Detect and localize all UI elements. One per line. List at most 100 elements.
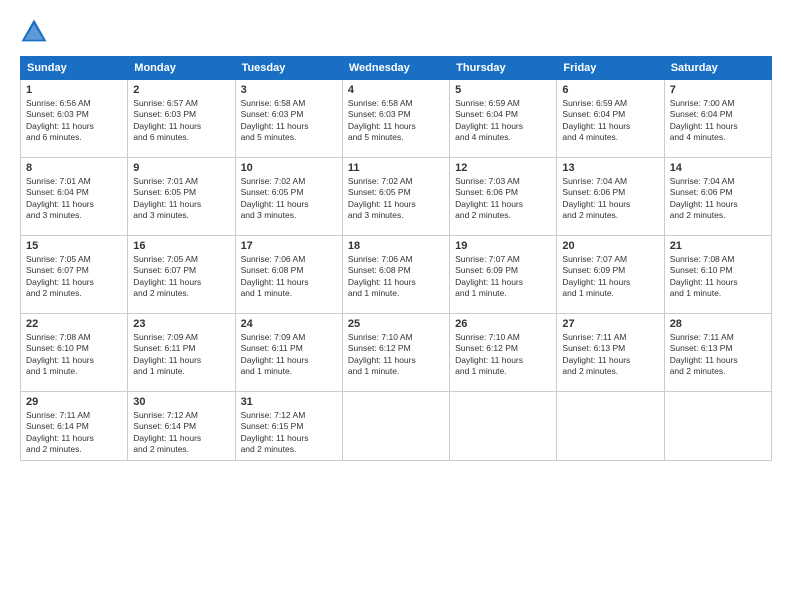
day-info: Sunrise: 7:12 AMSunset: 6:15 PMDaylight:… (241, 410, 337, 456)
weekday-header-wednesday: Wednesday (342, 57, 449, 80)
day-info: Sunrise: 7:11 AMSunset: 6:13 PMDaylight:… (670, 332, 766, 378)
header (20, 18, 772, 46)
day-number: 29 (26, 396, 122, 408)
day-info: Sunrise: 7:09 AMSunset: 6:11 PMDaylight:… (241, 332, 337, 378)
day-info: Sunrise: 6:57 AMSunset: 6:03 PMDaylight:… (133, 98, 229, 144)
calendar-week-1: 1Sunrise: 6:56 AMSunset: 6:03 PMDaylight… (21, 80, 772, 158)
weekday-header-friday: Friday (557, 57, 664, 80)
weekday-header-saturday: Saturday (664, 57, 771, 80)
calendar-cell: 22 Sunrise: 7:08 AMSunset: 6:10 PMDayligh… (21, 314, 128, 392)
day-number: 5 (455, 84, 551, 96)
calendar-cell: 20 Sunrise: 7:07 AMSunset: 6:09 PMDayligh… (557, 236, 664, 314)
day-info: Sunrise: 7:02 AMSunset: 6:05 PMDaylight:… (241, 176, 337, 222)
calendar-cell: 16 Sunrise: 7:05 AMSunset: 6:07 PMDayligh… (128, 236, 235, 314)
calendar-cell: 9 Sunrise: 7:01 AMSunset: 6:05 PMDaylight… (128, 158, 235, 236)
day-info: Sunrise: 7:09 AMSunset: 6:11 PMDaylight:… (133, 332, 229, 378)
calendar-cell: 27 Sunrise: 7:11 AMSunset: 6:13 PMDayligh… (557, 314, 664, 392)
weekday-header-tuesday: Tuesday (235, 57, 342, 80)
calendar-cell: 21 Sunrise: 7:08 AMSunset: 6:10 PMDayligh… (664, 236, 771, 314)
day-info: Sunrise: 6:58 AMSunset: 6:03 PMDaylight:… (241, 98, 337, 144)
day-number: 20 (562, 240, 658, 252)
logo (20, 18, 50, 46)
day-info: Sunrise: 7:01 AMSunset: 6:05 PMDaylight:… (133, 176, 229, 222)
calendar-cell: 10Sunrise: 7:02 AMSunset: 6:05 PMDayligh… (235, 158, 342, 236)
calendar-cell: 12Sunrise: 7:03 AMSunset: 6:06 PMDayligh… (450, 158, 557, 236)
day-number: 28 (670, 318, 766, 330)
calendar-cell (450, 392, 557, 461)
calendar-cell: 11Sunrise: 7:02 AMSunset: 6:05 PMDayligh… (342, 158, 449, 236)
day-number: 26 (455, 318, 551, 330)
day-info: Sunrise: 7:00 AMSunset: 6:04 PMDaylight:… (670, 98, 766, 144)
calendar-header-row: SundayMondayTuesdayWednesdayThursdayFrid… (21, 57, 772, 80)
day-info: Sunrise: 7:10 AMSunset: 6:12 PMDaylight:… (348, 332, 444, 378)
day-number: 15 (26, 240, 122, 252)
day-number: 19 (455, 240, 551, 252)
calendar-cell: 3 Sunrise: 6:58 AMSunset: 6:03 PMDaylight… (235, 80, 342, 158)
calendar-cell: 2 Sunrise: 6:57 AMSunset: 6:03 PMDaylight… (128, 80, 235, 158)
calendar-cell: 5 Sunrise: 6:59 AMSunset: 6:04 PMDaylight… (450, 80, 557, 158)
day-number: 27 (562, 318, 658, 330)
day-info: Sunrise: 7:06 AMSunset: 6:08 PMDaylight:… (241, 254, 337, 300)
day-number: 18 (348, 240, 444, 252)
day-info: Sunrise: 7:05 AMSunset: 6:07 PMDaylight:… (133, 254, 229, 300)
calendar-cell: 17 Sunrise: 7:06 AMSunset: 6:08 PMDayligh… (235, 236, 342, 314)
day-number: 25 (348, 318, 444, 330)
day-number: 21 (670, 240, 766, 252)
day-number: 30 (133, 396, 229, 408)
day-number: 31 (241, 396, 337, 408)
calendar-table: SundayMondayTuesdayWednesdayThursdayFrid… (20, 56, 772, 461)
day-number: 16 (133, 240, 229, 252)
calendar-cell: 7 Sunrise: 7:00 AMSunset: 6:04 PMDaylight… (664, 80, 771, 158)
calendar-cell: 8 Sunrise: 7:01 AMSunset: 6:04 PMDaylight… (21, 158, 128, 236)
day-number: 11 (348, 162, 444, 174)
day-info: Sunrise: 7:11 AMSunset: 6:14 PMDaylight:… (26, 410, 122, 456)
calendar-page: SundayMondayTuesdayWednesdayThursdayFrid… (0, 0, 792, 612)
calendar-cell (664, 392, 771, 461)
calendar-cell: 26Sunrise: 7:10 AMSunset: 6:12 PMDayligh… (450, 314, 557, 392)
day-info: Sunrise: 7:08 AMSunset: 6:10 PMDaylight:… (670, 254, 766, 300)
day-info: Sunrise: 7:01 AMSunset: 6:04 PMDaylight:… (26, 176, 122, 222)
day-info: Sunrise: 7:04 AMSunset: 6:06 PMDaylight:… (670, 176, 766, 222)
weekday-header-sunday: Sunday (21, 57, 128, 80)
calendar-cell: 1Sunrise: 6:56 AMSunset: 6:03 PMDaylight… (21, 80, 128, 158)
day-info: Sunrise: 7:04 AMSunset: 6:06 PMDaylight:… (562, 176, 658, 222)
calendar-cell: 18 Sunrise: 7:06 AMSunset: 6:08 PMDayligh… (342, 236, 449, 314)
day-info: Sunrise: 6:59 AMSunset: 6:04 PMDaylight:… (562, 98, 658, 144)
calendar-cell: 28 Sunrise: 7:11 AMSunset: 6:13 PMDayligh… (664, 314, 771, 392)
day-number: 9 (133, 162, 229, 174)
calendar-cell: 31 Sunrise: 7:12 AMSunset: 6:15 PMDayligh… (235, 392, 342, 461)
day-number: 24 (241, 318, 337, 330)
day-number: 23 (133, 318, 229, 330)
day-info: Sunrise: 7:06 AMSunset: 6:08 PMDaylight:… (348, 254, 444, 300)
calendar-cell (557, 392, 664, 461)
day-number: 6 (562, 84, 658, 96)
day-number: 3 (241, 84, 337, 96)
day-number: 14 (670, 162, 766, 174)
calendar-cell: 4 Sunrise: 6:58 AMSunset: 6:03 PMDaylight… (342, 80, 449, 158)
day-number: 8 (26, 162, 122, 174)
calendar-cell: 29 Sunrise: 7:11 AMSunset: 6:14 PMDayligh… (21, 392, 128, 461)
calendar-cell: 24 Sunrise: 7:09 AMSunset: 6:11 PMDayligh… (235, 314, 342, 392)
calendar-cell: 25 Sunrise: 7:10 AMSunset: 6:12 PMDayligh… (342, 314, 449, 392)
calendar-cell: 14 Sunrise: 7:04 AMSunset: 6:06 PMDayligh… (664, 158, 771, 236)
day-info: Sunrise: 6:58 AMSunset: 6:03 PMDaylight:… (348, 98, 444, 144)
day-number: 4 (348, 84, 444, 96)
calendar-cell: 30Sunrise: 7:12 AMSunset: 6:14 PMDayligh… (128, 392, 235, 461)
day-info: Sunrise: 7:08 AMSunset: 6:10 PMDaylight:… (26, 332, 122, 378)
day-info: Sunrise: 7:07 AMSunset: 6:09 PMDaylight:… (455, 254, 551, 300)
day-info: Sunrise: 7:07 AMSunset: 6:09 PMDaylight:… (562, 254, 658, 300)
calendar-body: 1Sunrise: 6:56 AMSunset: 6:03 PMDaylight… (21, 80, 772, 461)
calendar-week-3: 15 Sunrise: 7:05 AMSunset: 6:07 PMDayligh… (21, 236, 772, 314)
day-info: Sunrise: 7:11 AMSunset: 6:13 PMDaylight:… (562, 332, 658, 378)
weekday-header-monday: Monday (128, 57, 235, 80)
calendar-cell: 15Sunrise: 7:05 AMSunset: 6:07 PMDayligh… (21, 236, 128, 314)
day-number: 2 (133, 84, 229, 96)
calendar-cell: 6 Sunrise: 6:59 AMSunset: 6:04 PMDaylight… (557, 80, 664, 158)
calendar-cell (342, 392, 449, 461)
weekday-header-thursday: Thursday (450, 57, 557, 80)
day-number: 7 (670, 84, 766, 96)
day-number: 1 (26, 84, 122, 96)
day-number: 22 (26, 318, 122, 330)
day-info: Sunrise: 6:59 AMSunset: 6:04 PMDaylight:… (455, 98, 551, 144)
day-number: 17 (241, 240, 337, 252)
